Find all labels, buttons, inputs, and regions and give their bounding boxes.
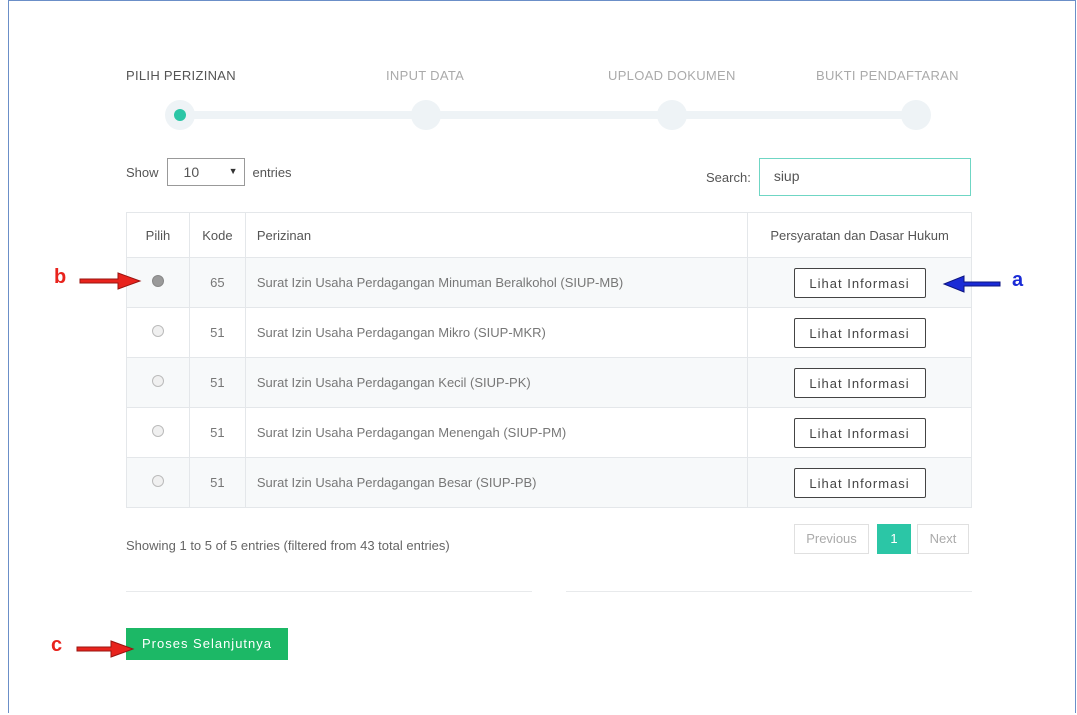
select-radio[interactable]: [151, 375, 164, 387]
step-dot-3: [657, 100, 687, 130]
entries-label: entries: [252, 164, 292, 180]
search-input[interactable]: siup: [758, 158, 971, 196]
entries-select[interactable]: 10 ▼: [166, 158, 245, 186]
select-cell: [126, 357, 190, 408]
header-pilih[interactable]: Pilih: [126, 212, 190, 258]
info-cell: Lihat Informasi: [747, 357, 972, 408]
length-control: Show 10 ▼ entries: [126, 158, 292, 186]
select-cell: [126, 307, 190, 358]
step-dot-2: [411, 100, 441, 130]
info-cell: Lihat Informasi: [747, 257, 972, 308]
select-cell: [126, 407, 190, 458]
wizard-progress-track: [180, 111, 920, 119]
table-row: 51 Surat Izin Usaha Perdagangan Kecil (S…: [126, 357, 972, 408]
table-row: 51 Surat Izin Usaha Perdagangan Menengah…: [126, 407, 972, 458]
arrow-right-icon: [79, 272, 142, 290]
header-persyaratan[interactable]: Persyaratan dan Dasar Hukum: [747, 212, 972, 258]
select-radio[interactable]: [151, 425, 164, 437]
step-pilih-perizinan[interactable]: PILIH PERIZINAN: [126, 68, 236, 83]
arrow-left-icon: [942, 275, 1001, 293]
divider-right: [566, 591, 972, 592]
pagination: Previous 1 Next: [794, 524, 969, 554]
select-radio[interactable]: [151, 275, 164, 287]
step-upload-dokumen[interactable]: UPLOAD DOKUMEN: [608, 68, 736, 83]
table-row: 65 Surat Izin Usaha Perdagangan Minuman …: [126, 257, 972, 308]
perizinan-table: Pilih Kode Perizinan Persyaratan dan Das…: [126, 212, 972, 508]
info-cell: Lihat Informasi: [747, 457, 972, 508]
proses-selanjutnya-button[interactable]: Proses Selanjutnya: [126, 628, 288, 660]
select-radio[interactable]: [151, 325, 164, 337]
header-kode[interactable]: Kode: [188, 212, 246, 258]
lihat-informasi-button[interactable]: Lihat Informasi: [793, 417, 926, 448]
annotation-a-label: a: [1012, 269, 1024, 291]
step-input-data[interactable]: INPUT DATA: [386, 68, 464, 83]
caret-down-icon: ▼: [228, 166, 238, 176]
step-bukti-pendaftaran[interactable]: BUKTI PENDAFTARAN: [816, 68, 959, 83]
kode-cell: 51: [188, 407, 246, 458]
previous-button[interactable]: Previous: [794, 524, 869, 554]
select-radio[interactable]: [151, 475, 164, 487]
annotation-c-label: c: [51, 634, 63, 656]
table-header-row: Pilih Kode Perizinan Persyaratan dan Das…: [126, 212, 972, 258]
search-label: Search:: [706, 169, 751, 185]
perizinan-cell: Surat Izin Usaha Perdagangan Minuman Ber…: [244, 257, 749, 308]
show-label: Show: [126, 164, 159, 180]
perizinan-cell: Surat Izin Usaha Perdagangan Menengah (S…: [244, 407, 749, 458]
step-dot-4: [901, 100, 931, 130]
lihat-informasi-button[interactable]: Lihat Informasi: [793, 267, 926, 298]
kode-cell: 51: [188, 457, 246, 508]
kode-cell: 51: [188, 357, 246, 408]
kode-cell: 65: [188, 257, 246, 308]
next-button[interactable]: Next: [917, 524, 969, 554]
divider-left: [126, 591, 532, 592]
kode-cell: 51: [188, 307, 246, 358]
info-cell: Lihat Informasi: [747, 307, 972, 358]
annotation-b-label: b: [54, 266, 67, 288]
perizinan-cell: Surat Izin Usaha Perdagangan Kecil (SIUP…: [244, 357, 749, 408]
select-cell: [126, 457, 190, 508]
entries-select-value: 10: [183, 164, 200, 180]
perizinan-cell: Surat Izin Usaha Perdagangan Mikro (SIUP…: [244, 307, 749, 358]
lihat-informasi-button[interactable]: Lihat Informasi: [793, 317, 926, 348]
step-dot-1: [165, 100, 195, 130]
table-row: 51 Surat Izin Usaha Perdagangan Mikro (S…: [126, 307, 972, 358]
info-cell: Lihat Informasi: [747, 407, 972, 458]
page-1-button[interactable]: 1: [877, 524, 911, 554]
table-row: 51 Surat Izin Usaha Perdagangan Besar (S…: [126, 457, 972, 508]
table-info: Showing 1 to 5 of 5 entries (filtered fr…: [126, 538, 450, 553]
perizinan-cell: Surat Izin Usaha Perdagangan Besar (SIUP…: [244, 457, 749, 508]
header-perizinan[interactable]: Perizinan: [244, 212, 749, 258]
lihat-informasi-button[interactable]: Lihat Informasi: [793, 467, 926, 498]
search-control: Search: siup: [706, 158, 971, 196]
arrow-right-icon: [76, 640, 135, 658]
lihat-informasi-button[interactable]: Lihat Informasi: [793, 367, 926, 398]
